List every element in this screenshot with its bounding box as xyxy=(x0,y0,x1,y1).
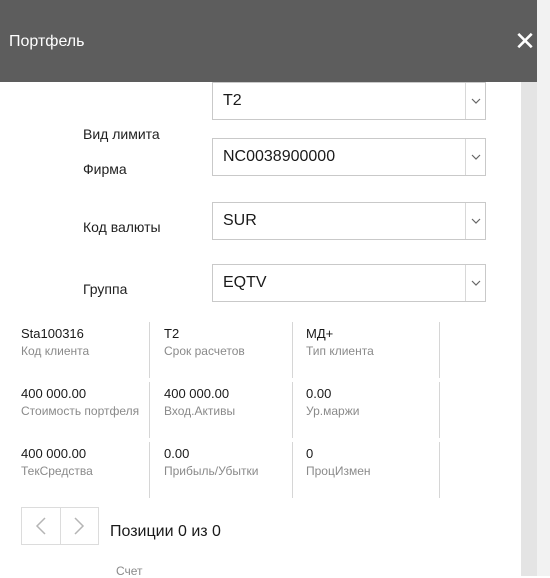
margin-level-cell: 0.00 Ур.маржи xyxy=(306,382,440,438)
portfolio-value-cell: 400 000.00 Стоимость портфеля xyxy=(21,382,150,438)
chevron-down-icon[interactable] xyxy=(465,265,485,301)
chevron-right-icon xyxy=(74,517,85,535)
dialog-header: Портфель ✕ xyxy=(0,0,537,82)
client-type-value: МД+ xyxy=(306,326,334,341)
client-code-value: Sta100316 xyxy=(21,326,84,341)
positions-count: Позиции 0 из 0 xyxy=(110,523,221,540)
percent-change-cell: 0 ПроцИзмен xyxy=(306,442,440,498)
input-assets-cell: 400 000.00 Вход.Активы xyxy=(164,382,293,438)
prev-page-button[interactable] xyxy=(22,508,60,544)
group-label: Группа xyxy=(83,281,128,297)
limit-type-value: T2 xyxy=(223,92,242,109)
vertical-scrollbar[interactable] xyxy=(521,82,537,576)
chevron-left-icon xyxy=(35,517,46,535)
margin-level-label: Ур.маржи xyxy=(306,404,360,418)
portfolio-value-label: Стоимость портфеля xyxy=(21,404,140,418)
current-funds-value: 400 000.00 xyxy=(21,446,87,461)
group-value: EQTV xyxy=(223,274,267,291)
limit-type-label: Вид лимита xyxy=(83,126,160,142)
profit-loss-label: Прибыль/Убытки xyxy=(164,464,259,478)
input-assets-label: Вход.Активы xyxy=(164,404,236,418)
client-type-cell: МД+ Тип клиента xyxy=(306,322,440,378)
client-code-label: Код клиента xyxy=(21,344,90,358)
settlement-term-label: Срок расчетов xyxy=(164,344,245,358)
currency-label: Код валюты xyxy=(83,219,161,235)
group-select[interactable]: EQTV xyxy=(212,264,486,302)
profit-loss-value: 0.00 xyxy=(164,446,190,461)
limit-type-select[interactable]: T2 xyxy=(212,82,486,120)
current-funds-label: ТекСредства xyxy=(21,464,93,478)
pagination-control xyxy=(21,507,99,545)
firm-value: NC0038900000 xyxy=(223,148,336,165)
chevron-down-icon[interactable] xyxy=(465,203,485,239)
next-page-button[interactable] xyxy=(59,508,99,544)
settlement-term-cell: T2 Срок расчетов xyxy=(164,322,293,378)
currency-select[interactable]: SUR xyxy=(212,202,486,240)
client-code-cell: Sta100316 Код клиента xyxy=(21,322,150,378)
profit-loss-cell: 0.00 Прибыль/Убытки xyxy=(164,442,293,498)
chevron-down-icon[interactable] xyxy=(465,83,485,119)
firm-select[interactable]: NC0038900000 xyxy=(212,138,486,176)
settlement-term-value: T2 xyxy=(164,326,180,341)
margin-level-value: 0.00 xyxy=(306,386,332,401)
percent-change-label: ПроцИзмен xyxy=(306,464,371,478)
currency-value: SUR xyxy=(223,212,257,229)
percent-change-value: 0 xyxy=(306,446,314,461)
background-strip xyxy=(537,0,550,576)
current-funds-cell: 400 000.00 ТекСредства xyxy=(21,442,150,498)
chevron-down-icon[interactable] xyxy=(465,139,485,175)
client-type-label: Тип клиента xyxy=(306,344,374,358)
input-assets-value: 400 000.00 xyxy=(164,386,230,401)
dialog-title: Портфель xyxy=(9,33,85,50)
close-icon[interactable]: ✕ xyxy=(512,28,538,54)
firm-label: Фирма xyxy=(83,161,127,177)
portfolio-value-value: 400 000.00 xyxy=(21,386,87,401)
